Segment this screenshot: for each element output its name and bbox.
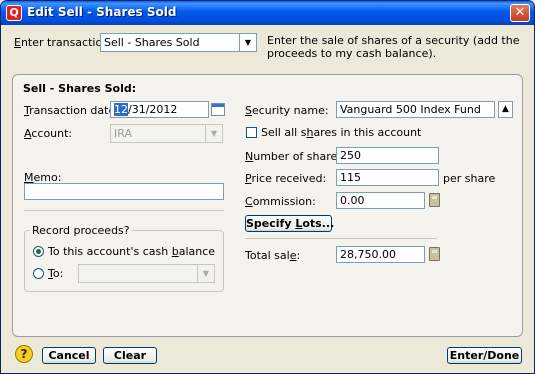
to-account-radio[interactable] [33, 268, 44, 279]
cash-balance-radio[interactable] [33, 246, 44, 257]
enter-transaction-label: Enter transaction: [14, 36, 113, 49]
cancel-button[interactable]: Cancel [42, 347, 96, 364]
panel-heading: Sell - Shares Sold: [23, 82, 137, 95]
to-account-label: To: [48, 267, 64, 280]
specify-lots-button[interactable]: Specify Lots... [245, 215, 334, 232]
chevron-down-icon[interactable]: ▼ [205, 125, 222, 142]
window-title: Edit Sell - Shares Sold [27, 5, 177, 19]
date-selected-text: 12 [114, 103, 128, 116]
chevron-down-icon[interactable]: ▼ [197, 265, 214, 282]
security-list-icon[interactable]: ▲ [498, 101, 513, 118]
to-account-select[interactable]: ▼ [78, 264, 215, 283]
price-received-field[interactable]: 115 [336, 169, 439, 186]
commission-field[interactable]: 0.00 [336, 192, 425, 209]
cash-balance-label: To this account's cash balance [48, 245, 216, 258]
account-label: Account: [24, 127, 73, 140]
security-name-label: Security name: [245, 104, 329, 117]
record-proceeds-label: Record proceeds? [30, 224, 132, 237]
account-value: IRA [114, 127, 132, 140]
clear-button[interactable]: Clear [103, 347, 157, 364]
divider [245, 238, 437, 239]
transaction-type-value: Sell - Shares Sold [104, 36, 200, 49]
edit-sell-dialog: Q Edit Sell - Shares Sold ✕ Enter transa… [0, 0, 535, 374]
quicken-app-icon: Q [6, 5, 22, 21]
divider [24, 210, 224, 211]
total-sale-label: Total sale: [245, 249, 301, 262]
number-of-shares-field[interactable]: 250 [336, 147, 439, 164]
sell-all-shares-checkbox[interactable] [246, 127, 257, 138]
account-select[interactable]: IRA ▼ [110, 124, 223, 143]
calendar-icon[interactable] [211, 103, 225, 116]
price-unit-label: per share [443, 172, 496, 185]
chevron-down-icon[interactable]: ▼ [239, 34, 256, 51]
title-bar[interactable]: Q Edit Sell - Shares Sold ✕ [1, 1, 534, 25]
calculator-icon[interactable] [429, 247, 440, 261]
commission-label: Commission: [245, 195, 316, 208]
help-icon[interactable]: ? [15, 345, 33, 363]
memo-field[interactable] [24, 183, 224, 200]
security-name-field[interactable]: Vanguard 500 Index Fund [336, 101, 495, 118]
total-sale-field[interactable]: 28,750.00 [336, 246, 425, 263]
close-button[interactable]: ✕ [510, 4, 530, 22]
calculator-icon[interactable] [429, 193, 440, 207]
transaction-type-select[interactable]: Sell - Shares Sold ▼ [100, 33, 257, 52]
transaction-description: Enter the sale of shares of a security (… [267, 34, 520, 60]
price-received-label: Price received: [245, 172, 327, 185]
enter-done-button[interactable]: Enter/Done [447, 347, 522, 364]
transaction-date-field[interactable]: 12/31/2012 [110, 101, 209, 118]
transaction-date-label: Transaction date: [24, 104, 119, 117]
date-rest-text: /31/2012 [128, 103, 178, 116]
sell-all-shares-label: Sell all shares in this account [261, 126, 422, 139]
number-of-shares-label: Number of shares: [245, 150, 347, 163]
